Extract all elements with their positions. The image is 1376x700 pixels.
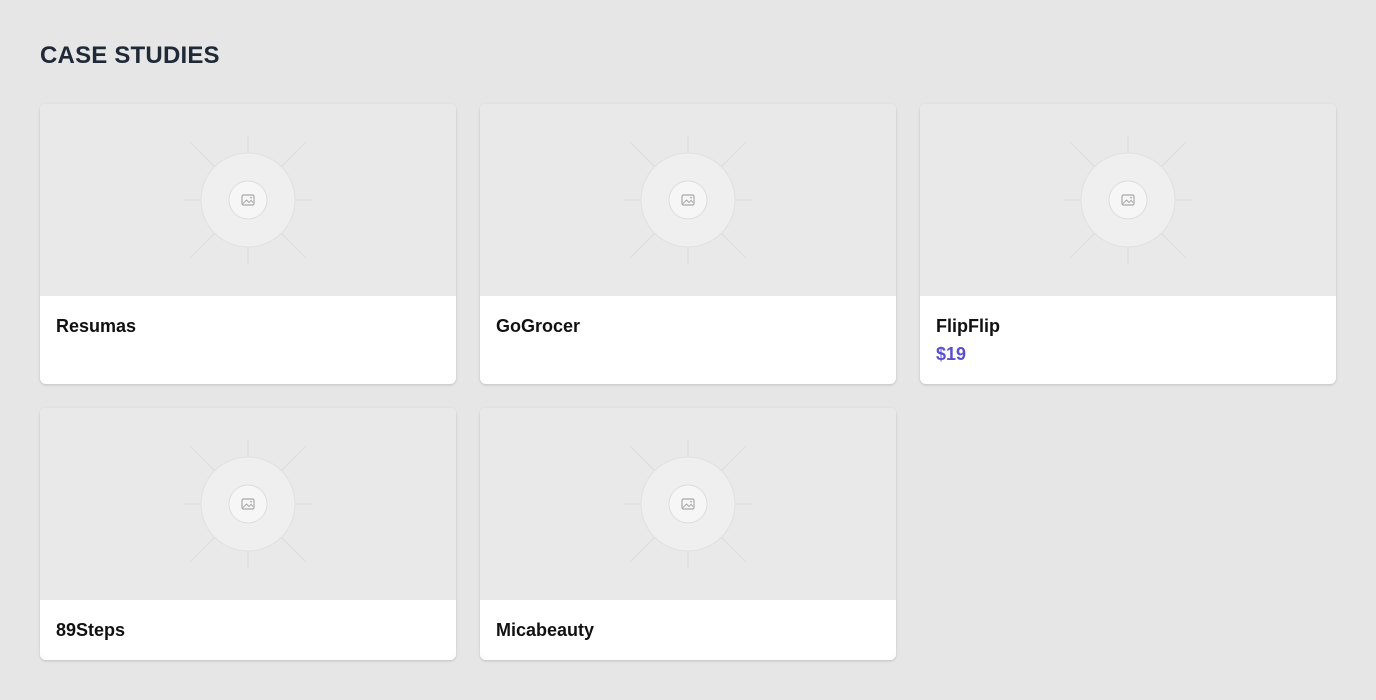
case-studies-page: CASE STUDIES Resumas GoGrocer FlipFlip $… xyxy=(0,0,1376,700)
image-placeholder-icon xyxy=(668,180,708,220)
case-study-card[interactable]: 89Steps xyxy=(40,408,456,660)
case-study-card[interactable]: Resumas xyxy=(40,104,456,384)
image-placeholder-icon xyxy=(668,484,708,524)
image-placeholder xyxy=(480,104,896,296)
image-placeholder-icon xyxy=(1108,180,1148,220)
card-title: 89Steps xyxy=(56,620,126,640)
case-study-card[interactable]: GoGrocer xyxy=(480,104,896,384)
image-placeholder xyxy=(920,104,1336,296)
card-title: Micabeauty xyxy=(496,620,595,640)
card-body: FlipFlip $19 xyxy=(920,296,1336,380)
card-body: Micabeauty xyxy=(480,600,896,656)
image-placeholder-icon xyxy=(228,484,268,524)
image-placeholder xyxy=(480,408,896,600)
case-studies-grid: Resumas GoGrocer FlipFlip $19 89Steps Mi… xyxy=(40,104,1336,660)
image-placeholder xyxy=(40,104,456,296)
card-body: Resumas xyxy=(40,296,456,352)
case-study-card[interactable]: FlipFlip $19 xyxy=(920,104,1336,384)
image-placeholder xyxy=(40,408,456,600)
case-study-card[interactable]: Micabeauty xyxy=(480,408,896,660)
section-title: CASE STUDIES xyxy=(40,42,220,69)
card-body: GoGrocer xyxy=(480,296,896,352)
card-price: $19 xyxy=(936,344,967,364)
card-title: FlipFlip xyxy=(936,316,1000,336)
image-placeholder-icon xyxy=(228,180,268,220)
card-body: 89Steps xyxy=(40,600,456,656)
card-title: Resumas xyxy=(56,316,137,336)
card-title: GoGrocer xyxy=(496,316,581,336)
